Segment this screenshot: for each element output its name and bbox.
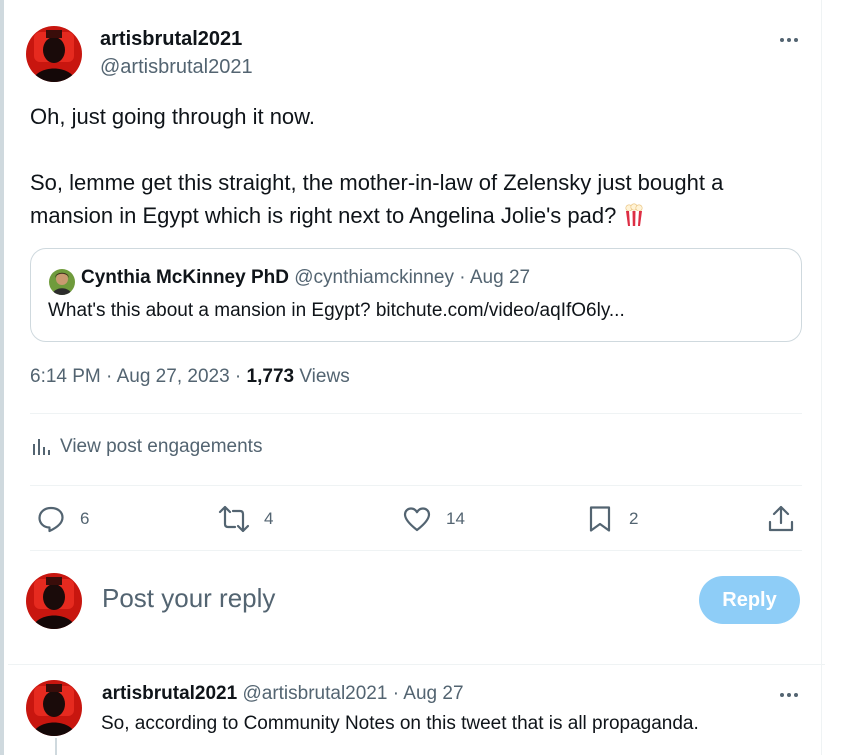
repost-icon bbox=[218, 505, 250, 533]
analytics-icon bbox=[33, 439, 50, 455]
dot-icon bbox=[780, 38, 784, 42]
divider bbox=[8, 664, 825, 665]
bookmark-count: 2 bbox=[629, 509, 639, 528]
reply-post-text: So, according to Community Notes on this… bbox=[101, 713, 699, 734]
like-action-button[interactable]: 14 bbox=[402, 500, 465, 538]
divider bbox=[30, 413, 802, 414]
view-engagements-link[interactable]: View post engagements bbox=[30, 436, 262, 458]
quoted-author-handle: @cynthiamckinney bbox=[294, 267, 455, 288]
quoted-post[interactable]: Cynthia McKinney PhD @cynthiamckinney · … bbox=[30, 248, 802, 342]
post-text: Oh, just going through it now. So, lemme… bbox=[30, 100, 810, 236]
separator-dot: · bbox=[392, 683, 400, 704]
author-handle[interactable]: @artisbrutal2021 bbox=[100, 56, 253, 79]
action-bar: 6 4 14 2 bbox=[30, 500, 802, 538]
quoted-author-name: Cynthia McKinney PhD bbox=[81, 267, 289, 288]
dot-icon bbox=[787, 693, 791, 697]
dot-icon bbox=[794, 38, 798, 42]
views-label: Views bbox=[294, 366, 350, 387]
bookmark-icon bbox=[589, 506, 611, 532]
quoted-author-avatar bbox=[49, 269, 75, 295]
divider bbox=[30, 485, 802, 486]
reply-count: 6 bbox=[80, 509, 90, 528]
post-meta: 6:14 PM · Aug 27, 2023 · 1,773 Views bbox=[30, 366, 350, 388]
comment-icon bbox=[38, 506, 64, 533]
dot-icon bbox=[780, 693, 784, 697]
author-avatar[interactable] bbox=[26, 26, 82, 82]
reply-post-date[interactable]: Aug 27 bbox=[403, 683, 463, 704]
repost-action-button[interactable]: 4 bbox=[218, 500, 273, 538]
bookmark-action-button[interactable]: 2 bbox=[585, 500, 638, 538]
reply-author-avatar[interactable] bbox=[26, 680, 82, 736]
post-timestamp[interactable]: 6:14 PM · Aug 27, 2023 · bbox=[30, 366, 247, 387]
current-user-avatar[interactable] bbox=[26, 573, 82, 629]
heart-icon bbox=[403, 507, 431, 532]
reply-author-name[interactable]: artisbrutal2021 bbox=[102, 683, 237, 704]
share-action-button[interactable] bbox=[766, 500, 810, 538]
views-count: 1,773 bbox=[246, 366, 295, 387]
reply-author-handle[interactable]: @artisbrutal2021 bbox=[242, 683, 387, 704]
divider bbox=[30, 550, 802, 551]
repost-count: 4 bbox=[264, 509, 274, 528]
separator-dot: · bbox=[459, 267, 466, 288]
quoted-post-header: Cynthia McKinney PhD @cynthiamckinney · … bbox=[81, 267, 530, 289]
view-engagements-label: View post engagements bbox=[60, 436, 263, 457]
dot-icon bbox=[794, 693, 798, 697]
post-detail-panel: artisbrutal2021 @artisbrutal2021 Oh, jus… bbox=[0, 0, 825, 755]
reply-action-button[interactable]: 6 bbox=[36, 500, 89, 538]
reply-input[interactable] bbox=[102, 583, 662, 614]
dot-icon bbox=[787, 38, 791, 42]
thread-connector bbox=[55, 738, 57, 755]
quoted-post-date: Aug 27 bbox=[469, 267, 531, 288]
quoted-post-text: What's this about a mansion in Egypt? bi… bbox=[48, 300, 625, 321]
like-count: 14 bbox=[446, 509, 465, 528]
author-name[interactable]: artisbrutal2021 bbox=[100, 28, 242, 51]
reply-more-options-button[interactable] bbox=[772, 678, 806, 712]
reply-button[interactable]: Reply bbox=[699, 576, 800, 624]
share-icon bbox=[768, 505, 794, 532]
reply-post-header: artisbrutal2021 @artisbrutal2021 · Aug 2… bbox=[102, 683, 464, 705]
popcorn-icon bbox=[622, 203, 646, 236]
more-options-button[interactable] bbox=[772, 23, 806, 57]
